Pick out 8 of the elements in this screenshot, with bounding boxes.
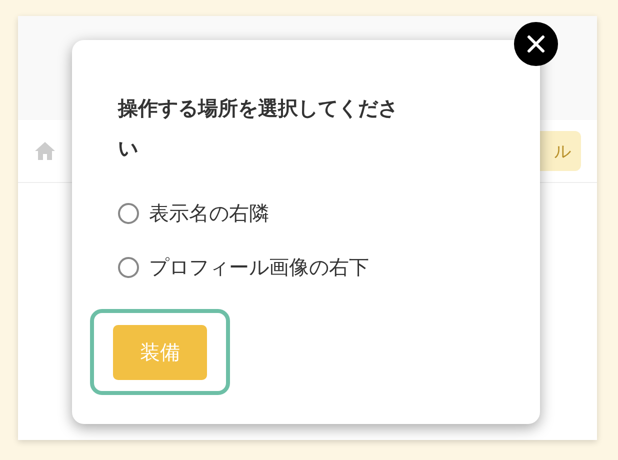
option-label: 表示名の右隣 <box>149 200 269 227</box>
option-label: プロフィール画像の右下 <box>149 254 369 281</box>
radio-option[interactable]: 表示名の右隣 <box>118 200 540 227</box>
close-icon <box>527 35 545 53</box>
radio-button[interactable] <box>118 203 139 224</box>
radio-option[interactable]: プロフィール画像の右下 <box>118 254 540 281</box>
radio-button[interactable] <box>118 257 139 278</box>
dialog-title: 操作する場所を選択してください <box>118 95 399 162</box>
